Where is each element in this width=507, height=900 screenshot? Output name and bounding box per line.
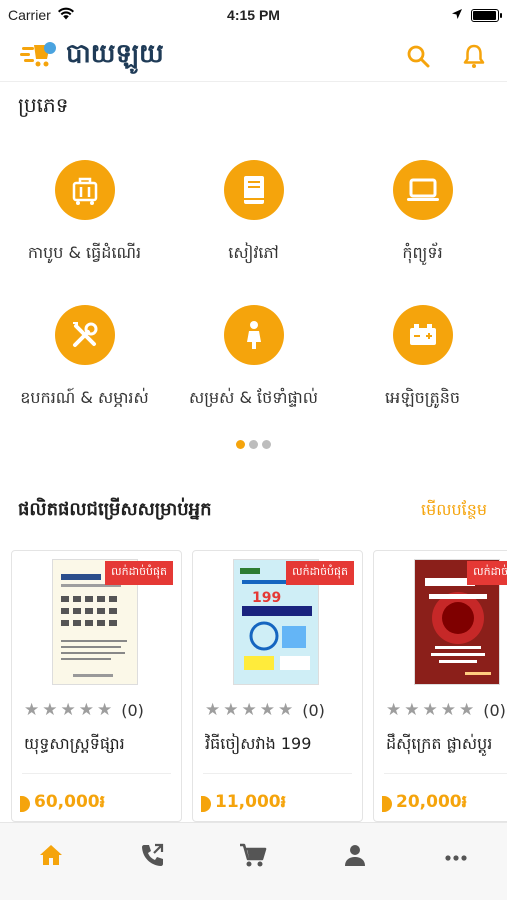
pager-dot[interactable] — [262, 440, 271, 449]
battery-icon — [471, 8, 502, 22]
star-icon: ★ — [459, 700, 475, 720]
bestseller-badge: លក់ដាច់បំផុត — [286, 561, 354, 585]
star-icon: ★ — [97, 700, 113, 720]
tab-home[interactable] — [26, 837, 76, 877]
category-label: កាបូប & ធ្វើដំណើរ — [27, 243, 142, 262]
star-icon: ★ — [440, 700, 456, 720]
star-icon: ★ — [42, 700, 58, 720]
products-title: ផលិតផលជម្រើសសម្រាប់អ្នក — [18, 499, 212, 520]
location-icon — [451, 7, 463, 23]
star-icon: ★ — [24, 700, 40, 720]
categories-title: ប្រភេទ — [18, 93, 69, 117]
more-icon — [444, 847, 468, 866]
star-icon: ★ — [422, 700, 438, 720]
tools-icon — [54, 305, 115, 365]
pager-dot[interactable] — [236, 440, 245, 449]
bottom-tab-bar — [0, 822, 507, 900]
star-icon: ★ — [78, 700, 94, 720]
category-tools[interactable]: ឧបករណ៍ & សម្ភារស់ — [0, 305, 169, 425]
rating: ★ ★ ★ ★ ★ (0) — [24, 701, 144, 720]
product-price: 20,000៛ — [382, 791, 467, 816]
star-icon: ★ — [404, 700, 420, 720]
price-marker-icon — [382, 795, 392, 812]
category-electronics[interactable]: អេឡិចត្រូនិច — [338, 305, 507, 425]
category-label: សម្រស់ & ថែទាំផ្ទាល់ — [189, 388, 318, 407]
star-icon: ★ — [259, 700, 275, 720]
star-icon: ★ — [386, 700, 402, 720]
rating: ★ ★ ★ ★ ★ (0) — [205, 701, 325, 720]
star-icon: ★ — [205, 700, 221, 720]
carrier-label: Carrier — [8, 7, 51, 23]
see-more-link[interactable]: មើលបន្ថែម — [421, 499, 487, 523]
book-icon — [223, 160, 284, 220]
category-label: សៀវភៅ — [228, 243, 279, 262]
product-name: យុទ្ធសាស្រ្តទីផ្សារ — [24, 734, 125, 753]
cart-icon — [239, 842, 267, 872]
svg-text:199: 199 — [252, 590, 281, 606]
person-icon — [343, 843, 367, 871]
app-name: បាយឡូយ — [66, 38, 164, 69]
pager-dot[interactable] — [249, 440, 258, 449]
brand[interactable]: បាយឡូយ — [20, 37, 164, 75]
rating: ★ ★ ★ ★ ★ (0) — [386, 701, 506, 720]
star-icon: ★ — [241, 700, 257, 720]
wifi-icon — [57, 7, 75, 23]
category-computers[interactable]: កុំព្យូទ័រ — [338, 160, 507, 280]
battery-icon — [392, 305, 453, 365]
phone-icon — [139, 842, 165, 872]
product-carousel[interactable]: លក់ដាច់បំផុត ★ ★ ★ ★ ★ (0) យុទ្ធសាស្រ្តទ… — [11, 550, 507, 822]
tab-cart[interactable] — [228, 837, 278, 877]
product-card[interactable]: លក់ដាច់បំផុត ★ ★ ★ ★ ★ (0) យុទ្ធសាស្រ្តទ… — [11, 550, 182, 822]
status-time: 4:15 PM — [227, 7, 280, 23]
bell-icon[interactable] — [461, 43, 487, 69]
products-header: ផលិតផលជម្រើសសម្រាប់អ្នក មើលបន្ថែម — [18, 497, 487, 524]
home-icon — [38, 843, 64, 871]
category-label: កុំព្យូទ័រ — [402, 243, 443, 262]
category-luggage[interactable]: កាបូប & ធ្វើដំណើរ — [0, 160, 169, 280]
status-bar: Carrier 4:15 PM — [0, 0, 507, 30]
category-label: ឧបករណ៍ & សម្ភារស់ — [20, 388, 149, 407]
tab-more[interactable] — [431, 837, 481, 877]
price-value: 11,000៛ — [215, 792, 286, 812]
divider — [203, 773, 352, 774]
divider — [22, 773, 171, 774]
beauty-icon — [223, 305, 284, 365]
tab-profile[interactable] — [330, 837, 380, 877]
price-marker-icon — [20, 795, 30, 812]
star-icon: ★ — [60, 700, 76, 720]
bestseller-badge: លក់ដាច់បំផុត — [105, 561, 173, 585]
divider — [384, 773, 507, 774]
bestseller-badge: លក់ដាច់បំផុត — [467, 561, 507, 585]
app-header: បាយឡូយ — [0, 30, 507, 82]
product-card[interactable]: លក់ដាច់បំផុត ★ ★ ★ ★ ★ (0) ដឹស៊ីក្រេត ផ្… — [373, 550, 507, 822]
rating-count: (0) — [302, 701, 325, 720]
star-icon: ★ — [278, 700, 294, 720]
star-icon: ★ — [223, 700, 239, 720]
category-beauty[interactable]: សម្រស់ & ថែទាំផ្ទាល់ — [169, 305, 338, 425]
category-books[interactable]: សៀវភៅ — [169, 160, 338, 280]
category-label: អេឡិចត្រូនិច — [384, 388, 461, 407]
rating-count: (0) — [483, 701, 506, 720]
logo-icon — [20, 39, 58, 73]
laptop-icon — [392, 160, 453, 220]
price-value: 60,000៛ — [34, 792, 105, 812]
product-price: 60,000៛ — [20, 791, 105, 816]
product-name: ដឹស៊ីក្រេត ផ្លាស់ប្ដូរ — [386, 734, 493, 753]
price-marker-icon — [201, 795, 211, 812]
rating-count: (0) — [121, 701, 144, 720]
product-price: 11,000៛ — [201, 791, 286, 816]
product-name: វិធីចៀសវាង 199 — [205, 734, 312, 753]
price-value: 20,000៛ — [396, 792, 467, 812]
tab-contact[interactable] — [127, 837, 177, 877]
product-card[interactable]: 199 លក់ដាច់បំផុត ★ ★ ★ ★ ★ (0) វិធីចៀសវា… — [192, 550, 363, 822]
search-icon[interactable] — [405, 43, 431, 69]
luggage-icon — [54, 160, 115, 220]
category-pager[interactable] — [0, 440, 507, 449]
